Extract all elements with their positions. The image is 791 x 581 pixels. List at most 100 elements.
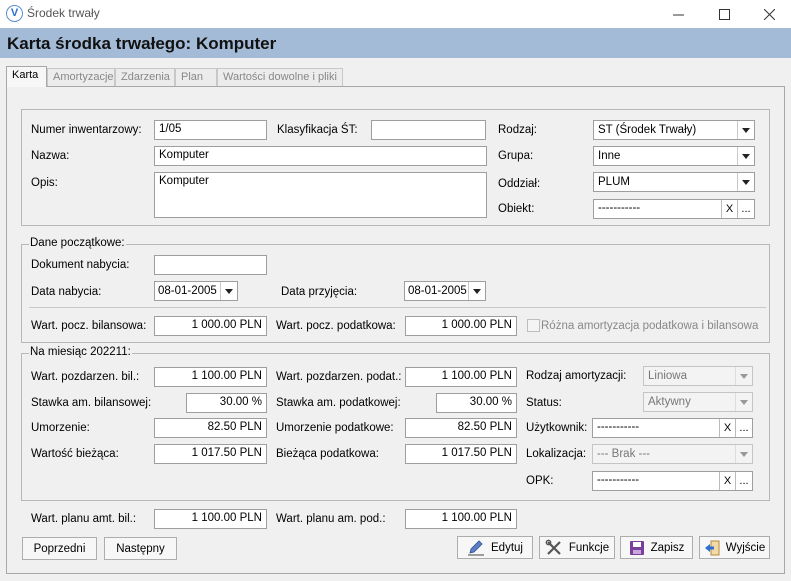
group-label: Grupa: (498, 150, 534, 162)
post-event-balance-input[interactable]: 1 100.00 PLN (154, 367, 267, 387)
edit-button-label: Edytuj (491, 541, 523, 554)
tax-rate-label: Stawka am. podatkowej: (276, 397, 401, 409)
user-value: ----------- (597, 421, 640, 433)
initial-tax-value-input[interactable]: 1 000.00 PLN (405, 316, 517, 336)
depreciation-type-select[interactable]: Liniowa (643, 366, 753, 386)
classification-input[interactable] (371, 120, 486, 140)
tab-wartosci-dowolne[interactable]: Wartości dowolne i pliki (217, 68, 343, 86)
description-textarea[interactable]: Komputer (154, 172, 487, 218)
chevron-down-icon[interactable] (735, 367, 752, 385)
group-select[interactable]: Inne (593, 146, 755, 166)
acquisition-date-picker[interactable]: 08-01-2005 (154, 281, 238, 301)
chevron-down-icon[interactable] (220, 282, 237, 300)
tax-rate-input[interactable]: 30.00 % (436, 393, 517, 413)
depreciation-type-value: Liniowa (648, 370, 687, 382)
acquisition-date-label: Data nabycia: (31, 286, 102, 298)
acquisition-document-label: Dokument nabycia: (31, 259, 130, 271)
tax-depreciation-label: Umorzenie podatkowe: (276, 422, 394, 434)
chevron-down-icon[interactable] (735, 445, 752, 463)
previous-button[interactable]: Poprzedni (22, 537, 97, 560)
close-button[interactable] (746, 0, 791, 28)
tab-zdarzenia[interactable]: Zdarzenia (115, 68, 175, 86)
status-select[interactable]: Aktywny (643, 392, 753, 412)
tax-depreciation-input[interactable]: 82.50 PLN (405, 418, 517, 438)
opk-label: OPK: (526, 475, 554, 487)
name-input[interactable]: Komputer (154, 146, 487, 166)
type-label: Rodzaj: (498, 124, 537, 136)
name-label: Nazwa: (31, 150, 70, 162)
depreciation-label: Umorzenie: (31, 422, 90, 434)
pencil-icon (468, 539, 485, 555)
chevron-down-icon[interactable] (737, 173, 754, 191)
user-picker[interactable]: ----------- X ... (592, 418, 753, 438)
chevron-down-icon[interactable] (737, 121, 754, 139)
tools-icon (545, 539, 561, 555)
type-select[interactable]: ST (Środek Trwały) (593, 120, 755, 140)
location-label: Lokalizacja: (526, 448, 587, 460)
status-value: Aktywny (648, 396, 691, 408)
initial-tax-value-label: Wart. pocz. podatkowa: (276, 320, 396, 332)
description-label: Opis: (31, 177, 58, 189)
separator (29, 307, 766, 308)
chevron-down-icon[interactable] (735, 393, 752, 411)
type-value: ST (Środek Trwały) (598, 124, 697, 136)
plan-balance-input[interactable]: 1 100.00 PLN (154, 509, 267, 529)
opk-picker[interactable]: ----------- X ... (592, 471, 753, 491)
functions-button[interactable]: Funkcje (539, 536, 615, 559)
post-event-tax-input[interactable]: 1 100.00 PLN (405, 367, 517, 387)
depreciation-input[interactable]: 82.50 PLN (154, 418, 267, 438)
exit-door-icon (704, 540, 720, 555)
exit-button[interactable]: Wyjście (699, 536, 770, 559)
edit-button[interactable]: Edytuj (457, 536, 533, 559)
balance-rate-input[interactable]: 30.00 % (186, 393, 267, 413)
acceptance-date-picker[interactable]: 08-01-2005 (404, 281, 486, 301)
tab-karta[interactable]: Karta (6, 66, 47, 87)
different-depreciation-label: Różna amortyzacja podatkowa i bilansowa (541, 320, 759, 332)
monthly-legend: Na miesiąc 202211: (29, 346, 132, 358)
tab-plan[interactable]: Plan (175, 68, 217, 86)
clear-object-button[interactable]: X (721, 200, 737, 218)
branch-select[interactable]: PLUM (593, 172, 755, 192)
chevron-down-icon[interactable] (468, 282, 485, 300)
inventory-number-label: Numer inwentarzowy: (31, 124, 142, 136)
page-title: Karta środka trwałego: Komputer (7, 34, 277, 53)
window-title: Środek trwały (27, 6, 100, 20)
classification-label: Klasyfikacja ŚT: (277, 124, 358, 136)
browse-opk-button[interactable]: ... (735, 472, 752, 490)
tab-amortyzacje[interactable]: Amortyzacje (47, 68, 115, 86)
object-picker[interactable]: ----------- X ... (593, 199, 755, 219)
browse-user-button[interactable]: ... (735, 419, 752, 437)
maximize-icon (718, 8, 730, 20)
current-tax-label: Bieżąca podatkowa: (276, 448, 379, 460)
current-value-label: Wartość bieżąca: (31, 448, 119, 460)
save-button-label: Zapisz (650, 541, 685, 554)
acquisition-document-input[interactable] (154, 255, 267, 275)
current-tax-input[interactable]: 1 017.50 PLN (405, 444, 517, 464)
initial-balance-value-label: Wart. pocz. bilansowa: (31, 320, 147, 332)
acquisition-date-value: 08-01-2005 (158, 285, 217, 297)
initial-data-legend: Dane początkowe: (29, 237, 126, 249)
balance-rate-label: Stawka am. bilansowej: (31, 397, 152, 409)
save-button[interactable]: Zapisz (620, 536, 693, 559)
opk-value: ----------- (597, 474, 640, 486)
inventory-number-input[interactable]: 1/05 (154, 120, 267, 140)
object-value: ----------- (598, 202, 641, 214)
clear-user-button[interactable]: X (719, 419, 735, 437)
current-value-input[interactable]: 1 017.50 PLN (154, 444, 267, 464)
next-button[interactable]: Następny (104, 537, 177, 560)
plan-tax-input[interactable]: 1 100.00 PLN (405, 509, 517, 529)
clear-opk-button[interactable]: X (719, 472, 735, 490)
post-event-tax-label: Wart. pozdarzen. podat.: (276, 371, 402, 383)
branch-value: PLUM (598, 176, 630, 188)
chevron-down-icon[interactable] (737, 147, 754, 165)
minimize-icon (672, 14, 684, 15)
location-select[interactable]: --- Brak --- (592, 444, 753, 464)
app-logo-icon: V (6, 5, 23, 22)
browse-object-button[interactable]: ... (737, 200, 754, 218)
different-depreciation-checkbox[interactable] (527, 319, 540, 332)
plan-tax-label: Wart. planu am. pod.: (276, 513, 386, 525)
branch-label: Oddział: (498, 178, 541, 190)
minimize-button[interactable] (655, 0, 701, 28)
initial-balance-value-input[interactable]: 1 000.00 PLN (154, 316, 267, 336)
maximize-button[interactable] (701, 0, 747, 28)
